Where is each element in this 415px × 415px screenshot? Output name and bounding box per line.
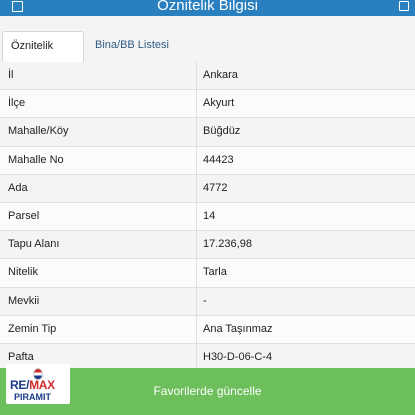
table-row: Tapu Alanı 17.236,98 <box>0 231 415 260</box>
attribute-value: Tarla <box>196 259 415 287</box>
attribute-key: Parsel <box>8 209 40 222</box>
attribute-table: İl Ankara İlçe Akyurt Mahalle/Köy Büğdüz… <box>0 62 415 373</box>
attribute-key: Tapu Alanı <box>8 238 60 251</box>
attribute-value: Büğdüz <box>196 118 415 146</box>
square-outline-icon[interactable] <box>399 1 409 11</box>
table-row: Mahalle/Köy Büğdüz <box>0 118 415 147</box>
attribute-value: Akyurt <box>196 90 415 118</box>
tab-oznitelik-bilgisi[interactable]: Öznitelik Bilgisi <box>2 31 84 80</box>
table-row: Mevkii - <box>0 287 415 316</box>
attribute-value: 4772 <box>196 174 415 202</box>
remax-logo: RE/MAX PIRAMIT <box>6 364 70 404</box>
table-row: Parsel 14 <box>0 202 415 232</box>
attribute-key: İlçe <box>8 97 26 110</box>
attribute-value: Ankara <box>196 62 415 90</box>
table-row: Nitelik Tarla <box>0 259 415 288</box>
logo-brand-re: RE/ <box>10 378 30 392</box>
logo-office: PIRAMIT <box>14 392 51 402</box>
attribute-key: Ada <box>8 181 28 194</box>
attribute-value: 14 <box>196 202 415 231</box>
table-row: Zemin Tip Ana Taşınmaz <box>0 315 415 344</box>
logo-brand: RE/MAX <box>10 378 55 392</box>
attribute-key: Mevkii <box>8 294 40 307</box>
title-bar: Öznitelik Bilgisi <box>0 0 415 16</box>
attribute-value: - <box>196 287 415 315</box>
tab-bar: Öznitelik Bilgisi Bina/BB Listesi <box>0 16 415 80</box>
table-row: İlçe Akyurt <box>0 90 415 119</box>
page-title: Öznitelik Bilgisi <box>157 0 258 14</box>
attribute-value: H30-D-06-C-4 <box>196 343 415 372</box>
attribute-value: Ana Taşınmaz <box>196 315 415 343</box>
attribute-key: Zemin Tip <box>8 322 57 335</box>
tab-bina-bb-listesi[interactable]: Bina/BB Listesi <box>87 31 177 62</box>
attribute-key: Nitelik <box>8 266 38 279</box>
logo-brand-max: MAX <box>29 378 55 392</box>
attribute-value: 17.236,98 <box>196 231 415 259</box>
attribute-key: Mahalle No <box>8 153 64 166</box>
attribute-key: Mahalle/Köy <box>8 125 69 138</box>
attribute-key: İl <box>8 69 14 81</box>
table-row: İl Ankara <box>0 62 415 91</box>
table-row: Mahalle No 44423 <box>0 146 415 175</box>
attribute-value: 44423 <box>196 146 415 174</box>
table-row: Ada 4772 <box>0 174 415 203</box>
